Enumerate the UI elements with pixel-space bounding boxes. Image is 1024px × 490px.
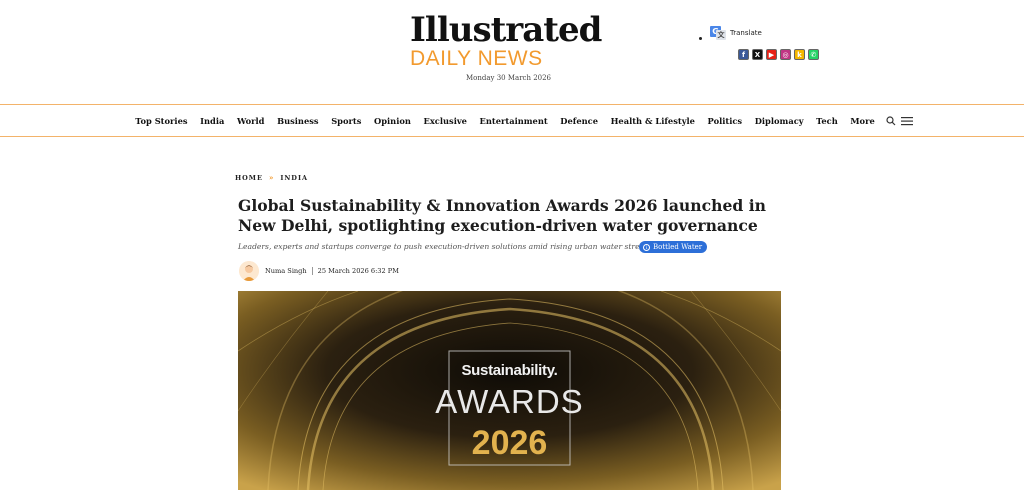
breadcrumb-section[interactable]: INDIA	[280, 174, 308, 182]
author-meta: Numa Singh 25 March 2026 6:32 PM	[265, 267, 399, 275]
published-date: 25 March 2026 6:32 PM	[317, 267, 399, 275]
nav-item-politics[interactable]: Politics	[701, 116, 748, 126]
x-icon[interactable]: X	[752, 49, 763, 60]
breadcrumb: HOME » INDIA	[235, 173, 308, 182]
topic-tag-label: Bottled Water	[653, 243, 703, 251]
site-logo-title[interactable]: Illustrated	[410, 10, 602, 50]
google-translate-icon: G文	[710, 26, 726, 40]
youtube-icon[interactable]: ▶	[766, 49, 777, 60]
article-headline: Global Sustainability & Innovation Award…	[238, 196, 766, 235]
nav-bottom-rule	[0, 136, 1024, 137]
nav-item-defence[interactable]: Defence	[554, 116, 604, 126]
hero-awards-text: AWARDS	[435, 383, 584, 420]
translate-label: Translate	[730, 29, 762, 37]
nav-item-diplomacy[interactable]: Diplomacy	[748, 116, 809, 126]
hero-year-text: 2026	[471, 424, 548, 462]
nav-item-more[interactable]: More	[844, 116, 881, 126]
koo-icon[interactable]: k	[794, 49, 805, 60]
nav-item-india[interactable]: India	[194, 116, 231, 126]
search-icon[interactable]	[885, 115, 897, 127]
masthead-date: Monday 30 March 2026	[466, 74, 552, 82]
author-avatar[interactable]	[239, 261, 259, 281]
nav-item-health-lifestyle[interactable]: Health & Lifestyle	[604, 116, 701, 126]
hamburger-menu-icon[interactable]	[901, 115, 914, 127]
tag-icon: i	[643, 243, 650, 251]
facebook-icon[interactable]: f	[738, 49, 749, 60]
meta-divider	[311, 267, 313, 275]
nav-item-entertainment[interactable]: Entertainment	[473, 116, 554, 126]
site-logo-subtitle[interactable]: DAILY NEWS	[410, 48, 543, 70]
nav-item-tech[interactable]: Tech	[810, 116, 844, 126]
article-subheadline: Leaders, experts and startups converge t…	[238, 242, 648, 251]
nav-item-business[interactable]: Business	[271, 116, 325, 126]
nav-item-top-stories[interactable]: Top Stories	[129, 116, 194, 126]
main-nav: Top Stories India World Business Sports Opini…	[0, 105, 1024, 136]
social-links: f X ▶ ◎ k ✆	[738, 49, 819, 60]
breadcrumb-separator: »	[268, 173, 275, 182]
topic-tag[interactable]: i Bottled Water	[639, 241, 708, 253]
nav-item-world[interactable]: World	[231, 116, 271, 126]
nav-item-opinion[interactable]: Opinion	[368, 116, 418, 126]
author-name[interactable]: Numa Singh	[265, 267, 307, 275]
hero-brand-text: Sustainability.	[461, 362, 558, 379]
bullet-dot	[699, 37, 702, 40]
instagram-icon[interactable]: ◎	[780, 49, 791, 60]
nav-item-sports[interactable]: Sports	[325, 116, 368, 126]
whatsapp-icon[interactable]: ✆	[808, 49, 819, 60]
nav-item-exclusive[interactable]: Exclusive	[417, 116, 473, 126]
hero-image: Sustainability. AWARDS 2026	[238, 291, 781, 490]
breadcrumb-home[interactable]: HOME	[235, 174, 263, 182]
translate-button[interactable]: G文 Translate	[710, 26, 762, 40]
